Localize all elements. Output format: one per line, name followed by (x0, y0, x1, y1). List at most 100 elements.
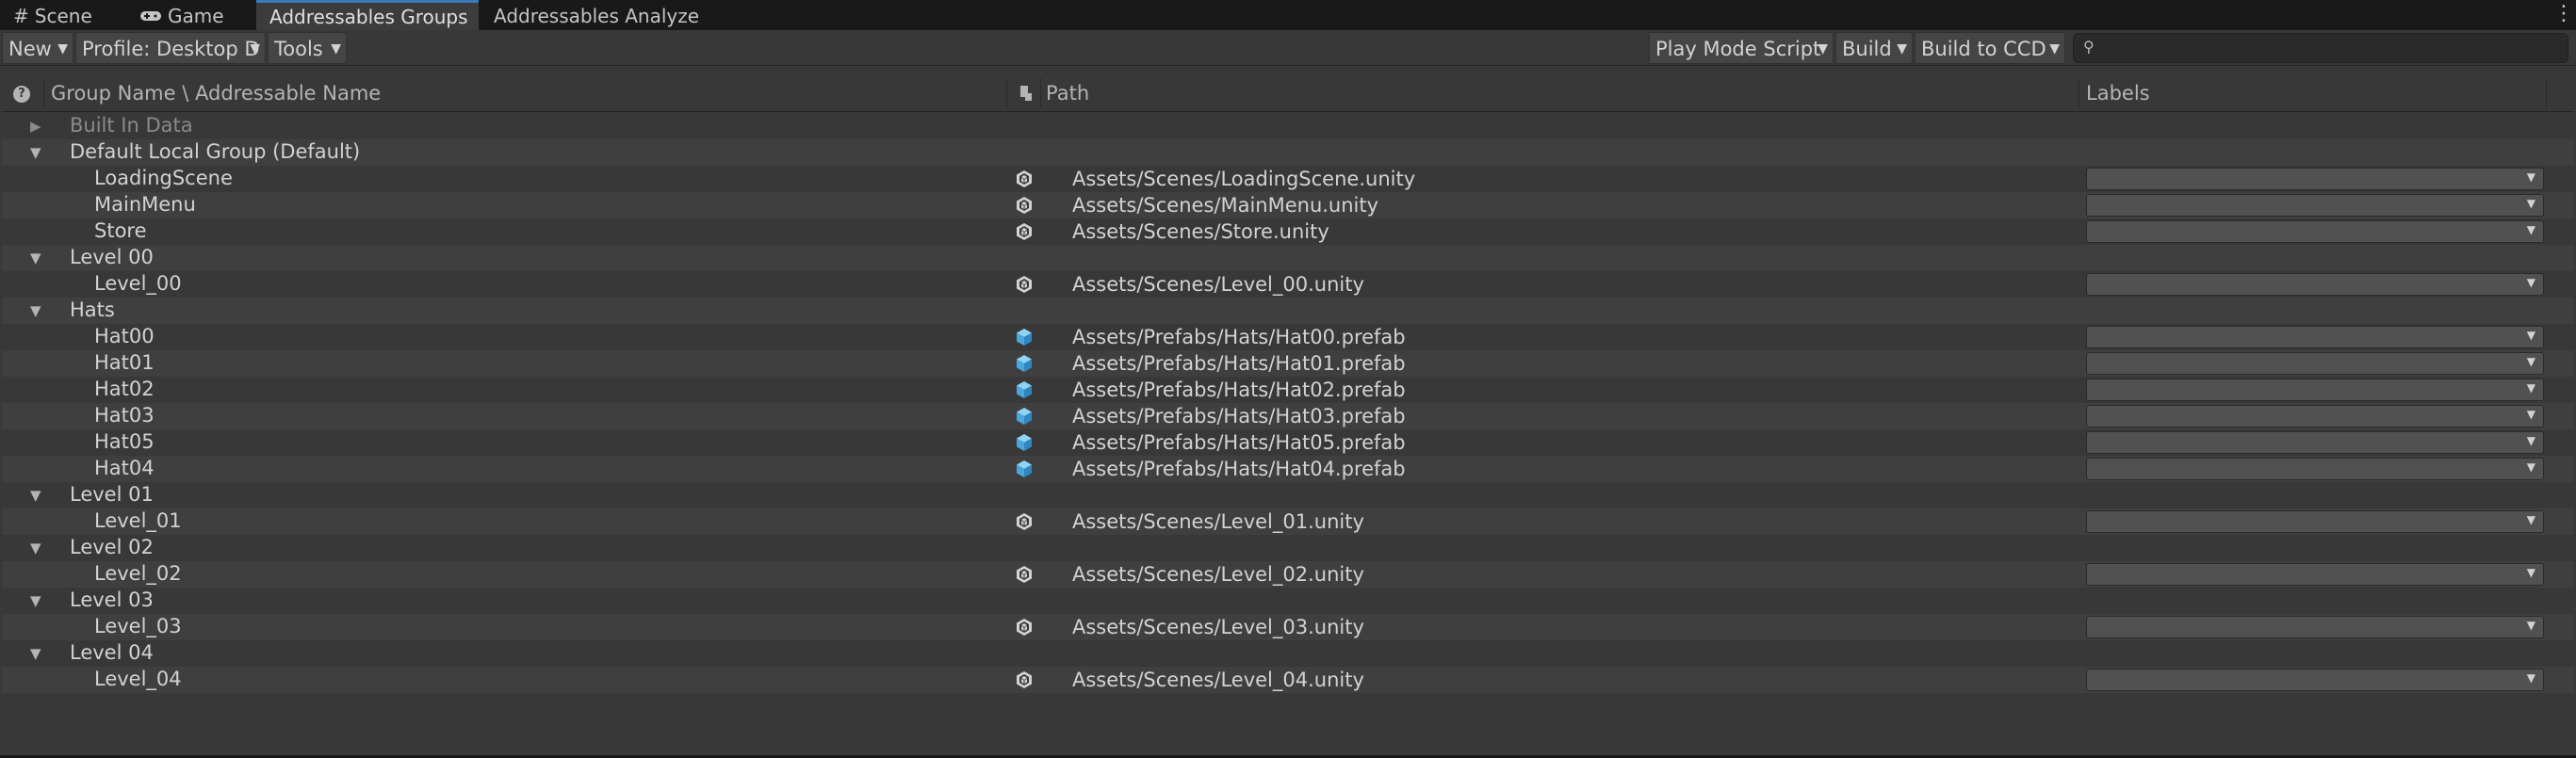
labels-dropdown[interactable]: ▼ (2086, 352, 2544, 375)
entry-row[interactable]: LoadingScene Assets/Scenes/LoadingScene.u… (2, 166, 2574, 192)
grid-icon: # (13, 5, 29, 27)
entry-name: Level_00 (94, 272, 182, 295)
chevron-down-icon: ▼ (2526, 170, 2535, 184)
help-icon[interactable]: ? (13, 86, 30, 103)
entry-row[interactable]: Level_01 Assets/Scenes/Level_01.unity ▼ (2, 508, 2574, 535)
group-row[interactable]: ▼ Level 03 (2, 588, 2574, 614)
column-header-path[interactable]: Path (1046, 74, 1089, 112)
tab-label: Game (168, 5, 224, 27)
chevron-down-icon: ▼ (2526, 434, 2535, 447)
scene-icon (1015, 275, 1034, 294)
labels-dropdown[interactable]: ▼ (2086, 220, 2544, 243)
entry-path: Assets/Prefabs/Hats/Hat02.prefab (1072, 379, 1406, 401)
entry-path: Assets/Scenes/Level_03.unity (1072, 616, 1364, 638)
entry-row[interactable]: Hat00 Assets/Prefabs/Hats/Hat00.prefab ▼ (2, 324, 2574, 350)
labels-dropdown[interactable]: ▼ (2086, 194, 2544, 217)
chevron-down-icon: ▼ (2049, 41, 2060, 56)
chevron-down-icon: ▼ (2526, 276, 2535, 289)
entry-row[interactable]: Hat05 Assets/Prefabs/Hats/Hat05.prefab ▼ (2, 429, 2574, 456)
labels-dropdown[interactable]: ▼ (2086, 616, 2544, 638)
entry-row[interactable]: Hat03 Assets/Prefabs/Hats/Hat03.prefab ▼ (2, 403, 2574, 429)
entry-path: Assets/Scenes/Level_00.unity (1072, 273, 1364, 296)
profile-dropdown[interactable]: Profile: Desktop D ▼ (75, 32, 266, 64)
entry-row[interactable]: Hat01 Assets/Prefabs/Hats/Hat01.prefab ▼ (2, 350, 2574, 377)
entry-name: LoadingScene (94, 167, 233, 189)
scene-icon (1015, 618, 1034, 637)
entry-path: Assets/Prefabs/Hats/Hat03.prefab (1072, 405, 1406, 427)
more-options-icon[interactable]: ⋮ (2553, 0, 2574, 30)
prefab-icon (1015, 328, 1034, 347)
entry-name: Hat01 (94, 351, 155, 374)
scene-icon (1015, 565, 1034, 584)
chevron-down-icon: ▼ (2526, 381, 2535, 395)
chevron-down-icon[interactable]: ▼ (30, 139, 41, 166)
entry-name: Level_02 (94, 562, 182, 585)
column-divider[interactable] (1006, 78, 1007, 108)
group-name: Level 00 (70, 246, 154, 268)
chevron-down-icon[interactable]: ▼ (30, 535, 41, 561)
labels-dropdown[interactable]: ▼ (2086, 326, 2544, 348)
entry-row[interactable]: Level_04 Assets/Scenes/Level_04.unity ▼ (2, 667, 2574, 693)
group-row[interactable]: ▼ Level 00 (2, 245, 2574, 271)
chevron-down-icon: ▼ (2526, 513, 2535, 526)
chevron-down-icon: ▼ (2526, 355, 2535, 368)
chevron-down-icon[interactable]: ▼ (30, 482, 41, 508)
entry-row[interactable]: MainMenu Assets/Scenes/MainMenu.unity ▼ (2, 192, 2574, 218)
entry-row[interactable]: Store Assets/Scenes/Store.unity ▼ (2, 218, 2574, 245)
chevron-down-icon[interactable]: ▼ (30, 588, 41, 614)
scene-icon (1015, 222, 1034, 241)
labels-dropdown[interactable]: ▼ (2086, 563, 2544, 586)
entry-row[interactable]: Hat04 Assets/Prefabs/Hats/Hat04.prefab ▼ (2, 456, 2574, 482)
column-header-labels[interactable]: Labels (2086, 74, 2150, 112)
build-dropdown[interactable]: Build ▼ (1835, 32, 1913, 64)
labels-dropdown[interactable]: ▼ (2086, 168, 2544, 190)
profile-label: Profile: Desktop D (82, 38, 260, 60)
group-row[interactable]: ▼ Hats (2, 298, 2574, 324)
labels-dropdown[interactable]: ▼ (2086, 379, 2544, 401)
group-row[interactable]: ▼ Level 04 (2, 640, 2574, 667)
tools-dropdown[interactable]: Tools ▼ (268, 32, 347, 64)
tab-addressables-groups[interactable]: Addressables Groups (256, 0, 479, 30)
chevron-down-icon[interactable]: ▼ (30, 245, 41, 271)
entry-row[interactable]: Level_02 Assets/Scenes/Level_02.unity ▼ (2, 561, 2574, 588)
search-input[interactable]: ⚲ (2073, 33, 2568, 63)
labels-dropdown[interactable]: ▼ (2086, 510, 2544, 533)
toolbar: New ▼ Profile: Desktop D ▼ Tools ▼ Play Mod… (0, 30, 2576, 66)
labels-dropdown[interactable]: ▼ (2086, 669, 2544, 691)
scene-icon (1015, 670, 1034, 689)
group-row[interactable]: ▼ Level 01 (2, 482, 2574, 508)
labels-dropdown[interactable]: ▼ (2086, 405, 2544, 427)
new-label: New (8, 38, 52, 60)
group-row[interactable]: ▼ Default Local Group (Default) (2, 139, 2574, 166)
chevron-down-icon[interactable]: ▼ (30, 298, 41, 324)
entry-row[interactable]: Level_03 Assets/Scenes/Level_03.unity ▼ (2, 614, 2574, 640)
column-divider[interactable] (43, 78, 44, 108)
entry-name: Level_03 (94, 615, 182, 637)
tree-rows: ▶ Built In Data ▼ Default Local Group (Defa… (2, 113, 2574, 693)
tab-game[interactable]: Game (126, 0, 254, 30)
column-divider[interactable] (1040, 78, 1041, 108)
new-dropdown[interactable]: New ▼ (2, 32, 73, 64)
labels-dropdown[interactable]: ▼ (2086, 431, 2544, 454)
tab-addressables-analyze[interactable]: Addressables Analyze (481, 0, 716, 30)
chevron-right-icon[interactable]: ▶ (30, 113, 41, 139)
play-mode-script-dropdown[interactable]: Play Mode Script ▼ (1649, 32, 1834, 64)
labels-dropdown[interactable]: ▼ (2086, 273, 2544, 296)
asset-type-icon[interactable] (1019, 84, 1033, 103)
labels-dropdown[interactable]: ▼ (2086, 458, 2544, 480)
chevron-down-icon: ▼ (2526, 671, 2535, 685)
group-row[interactable]: ▶ Built In Data (2, 113, 2574, 139)
chevron-down-icon[interactable]: ▼ (30, 640, 41, 667)
group-name: Level 02 (70, 536, 154, 558)
column-header-name[interactable]: Group Name \ Addressable Name (51, 74, 381, 112)
column-divider[interactable] (2546, 78, 2547, 108)
entry-row[interactable]: Level_00 Assets/Scenes/Level_00.unity ▼ (2, 271, 2574, 298)
tab-scene[interactable]: # Scene (0, 0, 126, 30)
build-to-ccd-dropdown[interactable]: Build to CCD ▼ (1915, 32, 2065, 64)
gamepad-icon (139, 0, 162, 32)
entry-name: Store (94, 219, 147, 242)
chevron-down-icon: ▼ (2526, 566, 2535, 579)
play-mode-label: Play Mode Script (1655, 38, 1821, 60)
entry-row[interactable]: Hat02 Assets/Prefabs/Hats/Hat02.prefab ▼ (2, 377, 2574, 403)
group-row[interactable]: ▼ Level 02 (2, 535, 2574, 561)
